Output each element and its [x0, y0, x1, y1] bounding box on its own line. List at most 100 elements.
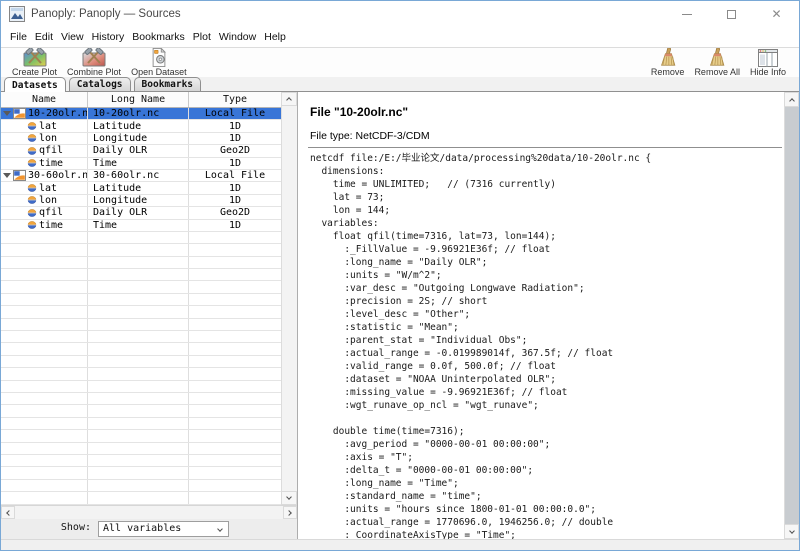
cell-empty: [1, 492, 87, 503]
table-row-time[interactable]: timeTime1D: [1, 158, 281, 170]
scroll-right-button[interactable]: [283, 506, 297, 519]
variable-icon: [27, 133, 37, 143]
table-row-lon[interactable]: lonLongitude1D: [1, 133, 281, 145]
menu-item-window[interactable]: Window: [215, 31, 260, 43]
tab-bookmarks[interactable]: Bookmarks: [134, 77, 201, 91]
menu-item-edit[interactable]: Edit: [31, 31, 57, 43]
minimize-button[interactable]: [664, 1, 709, 27]
table-row-empty: [1, 281, 281, 293]
cell-type-text: Local File: [205, 108, 265, 119]
scroll-down-button[interactable]: [784, 524, 799, 539]
info-vertical-scrollbar[interactable]: [784, 92, 799, 539]
menu-item-plot[interactable]: Plot: [189, 31, 215, 43]
cell-name: lat: [1, 120, 87, 131]
toolbar-button-remove[interactable]: Remove: [651, 48, 685, 77]
column-header-type[interactable]: Type: [188, 92, 281, 107]
table-row-time[interactable]: timeTime1D: [1, 220, 281, 232]
table-row-empty: [1, 343, 281, 355]
cell-empty: [87, 443, 188, 454]
toolbar-button-hide-info[interactable]: Hide Info: [750, 48, 786, 77]
scroll-left-button[interactable]: [1, 506, 15, 519]
table-row-qfil[interactable]: qfilDaily OLRGeo2D: [1, 145, 281, 157]
toolbar-button-combine-plot[interactable]: Combine Plot: [67, 48, 121, 77]
cell-empty: [188, 492, 281, 503]
table-row-empty: [1, 356, 281, 368]
expander-triangle-icon[interactable]: [3, 111, 11, 116]
scroll-down-button[interactable]: [281, 491, 297, 505]
cell-long-name: Daily OLR: [87, 207, 188, 218]
scroll-up-button[interactable]: [281, 92, 297, 106]
toolbar-button-open-dataset[interactable]: Open Dataset: [131, 48, 187, 77]
column-header-long-name[interactable]: Long Name: [87, 92, 188, 107]
toolbar-button-label: Create Plot: [12, 67, 57, 77]
app-window: Panoply: Panoply — Sources ✕ FileEditVie…: [0, 0, 800, 551]
table-row-empty: [1, 381, 281, 393]
cell-empty: [87, 356, 188, 367]
cell-empty: [1, 232, 87, 243]
cell-empty: [188, 306, 281, 317]
table-row-lat[interactable]: latLatitude1D: [1, 120, 281, 132]
cell-empty: [87, 430, 188, 441]
maximize-button[interactable]: [709, 1, 754, 27]
menu-item-history[interactable]: History: [88, 31, 129, 43]
window-title: Panoply: Panoply — Sources: [31, 1, 181, 27]
toolbar-button-label: Remove All: [694, 67, 740, 77]
table-row-lat[interactable]: latLatitude1D: [1, 182, 281, 194]
tab-catalogs[interactable]: Catalogs: [69, 77, 131, 91]
cell-empty: [188, 467, 281, 478]
table-row-empty: [1, 405, 281, 417]
cell-name: time: [1, 158, 87, 169]
tab-datasets[interactable]: Datasets: [4, 77, 66, 92]
dataset-file-icon: [13, 170, 26, 181]
scroll-up-button[interactable]: [784, 92, 799, 107]
variable-icon: [27, 220, 37, 230]
cell-empty: [87, 405, 188, 416]
close-button[interactable]: ✕: [754, 1, 799, 27]
cell-empty: [188, 356, 281, 367]
table-row-qfil[interactable]: qfilDaily OLRGeo2D: [1, 207, 281, 219]
cell-empty: [1, 405, 87, 416]
cell-empty: [1, 480, 87, 491]
table-row-empty: [1, 294, 281, 306]
column-header-name[interactable]: Name: [1, 92, 87, 107]
variable-icon: [27, 208, 37, 218]
tab-strip: DatasetsCatalogsBookmarks: [1, 77, 799, 92]
table-vertical-scrollbar[interactable]: [281, 92, 297, 505]
table-horizontal-scrollbar[interactable]: [1, 505, 297, 519]
cell-long-name-text: Daily OLR: [93, 145, 147, 156]
cell-type: 1D: [188, 133, 281, 144]
menu-item-bookmarks[interactable]: Bookmarks: [128, 31, 189, 43]
table-row-10-20olr.nc[interactable]: 10-20olr.nc10-20olr.ncLocal File: [1, 108, 281, 120]
close-icon: ✕: [771, 8, 781, 20]
cell-type-text: 1D: [229, 183, 241, 194]
toolbar-button-label: Hide Info: [750, 67, 786, 77]
cell-type: Geo2D: [188, 145, 281, 156]
cell-type-text: 1D: [229, 158, 241, 169]
cell-empty: [188, 381, 281, 392]
expander-triangle-icon[interactable]: [3, 173, 11, 178]
show-variables-dropdown[interactable]: All variables: [98, 521, 229, 537]
table-row-lon[interactable]: lonLongitude1D: [1, 195, 281, 207]
open-dataset-icon: [150, 48, 168, 67]
cell-empty: [1, 257, 87, 268]
info-file-type: File type: NetCDF-3/CDM: [310, 130, 430, 142]
toolbar-button-remove-all[interactable]: Remove All: [694, 48, 740, 77]
cell-name: 30-60olr.nc: [1, 170, 87, 181]
row-name-text: lat: [39, 183, 57, 194]
toolbar-button-create-plot[interactable]: Create Plot: [12, 48, 57, 77]
cell-empty: [188, 405, 281, 416]
table-row-30-60olr.nc[interactable]: 30-60olr.nc30-60olr.ncLocal File: [1, 170, 281, 182]
menu-item-view[interactable]: View: [57, 31, 88, 43]
cell-empty: [87, 331, 188, 342]
window-controls: ✕: [664, 1, 799, 27]
cell-name: lat: [1, 182, 87, 193]
create-plot-icon: [19, 48, 51, 67]
chevron-down-icon: [217, 526, 223, 532]
cell-long-name: Longitude: [87, 195, 188, 206]
menu-item-file[interactable]: File: [6, 31, 31, 43]
cell-empty: [1, 368, 87, 379]
cell-type: 1D: [188, 220, 281, 231]
cell-empty: [188, 319, 281, 330]
menu-item-help[interactable]: Help: [260, 31, 290, 43]
cell-empty: [87, 381, 188, 392]
